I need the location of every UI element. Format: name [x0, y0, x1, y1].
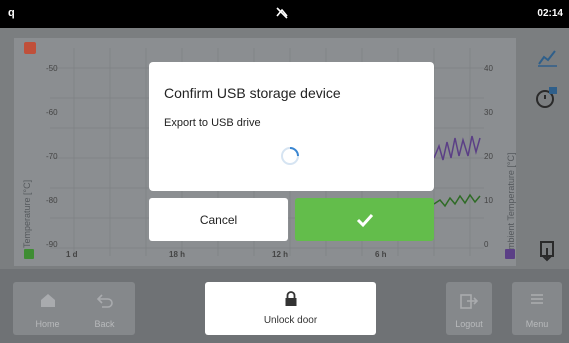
series-marker-green-icon[interactable]	[24, 249, 34, 259]
home-button[interactable]: Home	[13, 282, 82, 335]
left-tick: -60	[46, 108, 58, 117]
x-tick: 6 h	[375, 250, 387, 259]
right-tick: 40	[484, 64, 493, 73]
history-button[interactable]	[530, 80, 564, 114]
logout-icon	[460, 294, 479, 309]
unlock-door-label: Unlock door	[263, 315, 318, 326]
menu-icon	[531, 294, 543, 304]
series-green	[433, 193, 481, 208]
left-axis-title: Temperature [°C]	[22, 179, 32, 248]
left-tick: -50	[46, 64, 58, 73]
right-axis-title: Ambient Temperature [°C]	[506, 152, 516, 256]
back-label: Back	[94, 319, 115, 329]
status-indicator: q	[8, 7, 15, 19]
back-arrow-icon	[96, 294, 113, 308]
history-icon	[536, 87, 557, 108]
back-button[interactable]: Back	[74, 282, 135, 335]
alarm-marker-icon[interactable]	[24, 42, 36, 54]
confirm-button[interactable]	[295, 198, 434, 241]
menu-label: Menu	[525, 319, 549, 329]
unlock-door-button[interactable]: Unlock door	[205, 282, 376, 335]
dialog-title: Confirm USB storage device	[164, 85, 341, 101]
line-chart-icon	[538, 50, 557, 67]
series-marker-purple-icon[interactable]	[505, 249, 515, 259]
home-label: Home	[35, 319, 60, 329]
download-icon	[540, 241, 554, 262]
chart-view-button[interactable]	[530, 40, 564, 74]
home-icon	[40, 294, 55, 307]
logout-button[interactable]: Logout	[446, 282, 492, 335]
status-bar: q 02:14	[0, 0, 569, 28]
x-tick: 1 d	[66, 250, 78, 259]
clock: 02:14	[537, 8, 563, 19]
right-tick: 30	[484, 108, 493, 117]
no-connection-icon	[276, 7, 288, 19]
left-tick: -90	[46, 240, 58, 249]
confirm-usb-dialog: Confirm USB storage device Export to USB…	[149, 62, 434, 191]
series-purple	[433, 135, 481, 161]
checkmark-icon	[356, 213, 373, 227]
right-tick: 10	[484, 196, 493, 205]
x-tick: 12 h	[272, 250, 289, 259]
x-tick: 18 h	[169, 250, 186, 259]
loading-spinner-icon	[281, 147, 299, 165]
left-tick: -70	[46, 152, 58, 161]
export-button[interactable]	[530, 234, 564, 268]
screen: q 02:14 -50 -60 -70 -80 -90 40 30 20 10 …	[0, 0, 569, 343]
dialog-message: Export to USB drive	[164, 117, 261, 129]
lock-icon	[285, 291, 296, 306]
logout-label: Logout	[455, 319, 483, 329]
right-tick: 0	[484, 240, 489, 249]
right-tick: 20	[484, 152, 493, 161]
left-tick: -80	[46, 196, 58, 205]
menu-button[interactable]: Menu	[512, 282, 562, 335]
cancel-button[interactable]: Cancel	[149, 198, 288, 241]
